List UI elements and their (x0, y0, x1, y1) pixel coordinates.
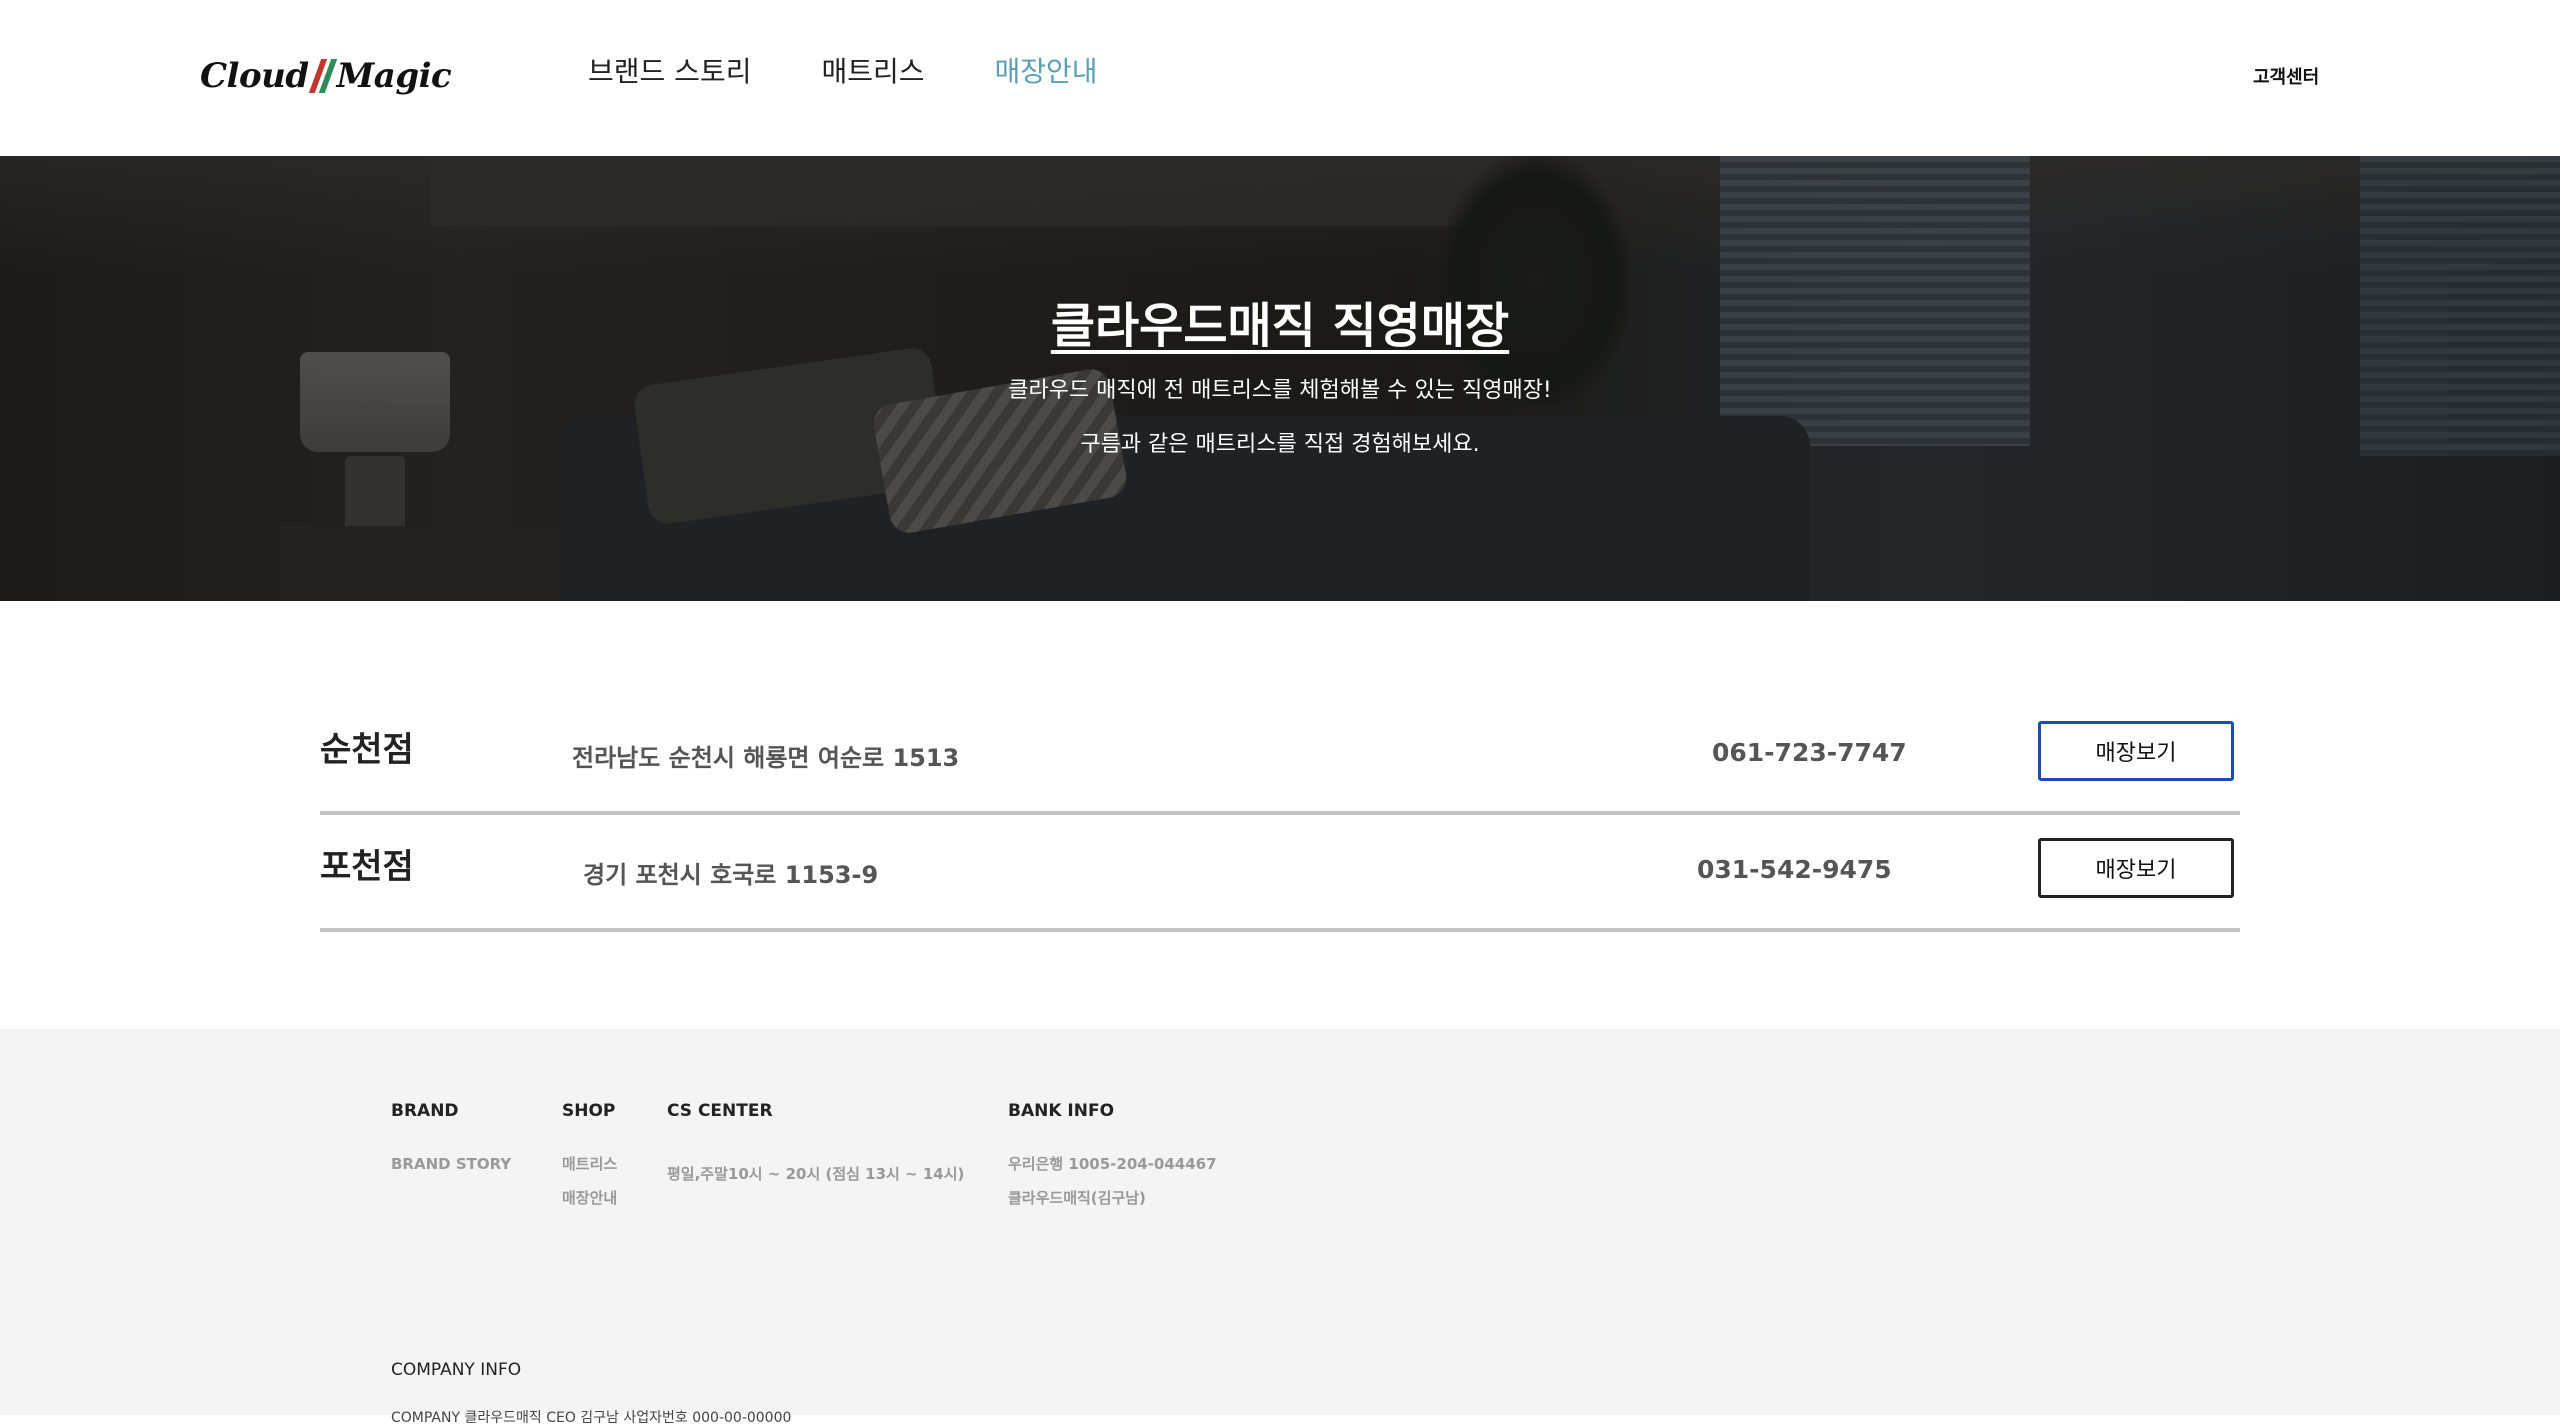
footer-heading-bank: BANK INFO (1008, 1101, 1115, 1121)
store-name: 순천점 (320, 730, 414, 770)
hero-subtitle-1: 클라우드 매직에 전 매트리스를 체험해볼 수 있는 직영매장! (1008, 378, 1552, 403)
logo-word-cloud: Cloud (200, 56, 309, 96)
store-name: 포천점 (320, 847, 414, 887)
footer-link-store-info[interactable]: 매장안내 (562, 1181, 617, 1215)
hero-title: 클라우드매직 직영매장 (1050, 298, 1510, 354)
footer-heading-cs: CS CENTER (667, 1101, 773, 1121)
footer-heading-shop: SHOP (562, 1101, 616, 1121)
footer-link-brand-story[interactable]: BRAND STORY (391, 1147, 511, 1181)
nav-store-info[interactable]: 매장안내 (995, 52, 1098, 92)
logo-word-magic: Magic (336, 56, 452, 96)
footer-col-cs: CS CENTER 평일,주말10시 ~ 20시 (점심 13시 ~ 14시) (667, 1101, 964, 1191)
cloud-magic-logo[interactable]: Cloud Magic (200, 52, 452, 100)
view-store-button[interactable]: 매장보기 (2038, 721, 2234, 781)
logo-slash-icon (308, 59, 337, 93)
site-footer: BRAND BRAND STORY SHOP 매트리스 매장안내 CS CENT… (0, 1029, 2560, 1426)
hero-subtitle-2: 구름과 같은 매트리스를 직접 경험해보세요. (1080, 432, 1480, 457)
site-header: Cloud Magic 브랜드 스토리 매트리스 매장안내 고객센터 (0, 0, 2560, 156)
footer-company-detail: COMPANY 클라우드매직 CEO 김구남 사업자번호 000-00-0000… (391, 1410, 792, 1426)
store-address: 전라남도 순천시 해룡면 여순로 1513 (572, 744, 960, 772)
footer-cs-hours: 평일,주말10시 ~ 20시 (점심 13시 ~ 14시) (667, 1165, 965, 1183)
store-row-pocheon: 포천점 경기 포천시 호국로 1153-9 031-542-9475 매장보기 (320, 813, 2240, 932)
footer-col-shop: SHOP 매트리스 매장안내 (562, 1101, 617, 1215)
footer-company-info: COMPANY INFO (391, 1360, 522, 1380)
nav-mattress[interactable]: 매트리스 (821, 52, 924, 92)
view-store-button[interactable]: 매장보기 (2038, 838, 2234, 898)
customer-center-link[interactable]: 고객센터 (2253, 63, 2319, 89)
hero-banner: 클라우드매직 직영매장 클라우드 매직에 전 매트리스를 체험해볼 수 있는 직… (0, 156, 2560, 601)
footer-col-bank: BANK INFO 우리은행 1005-204-044467 클라우드매직(김구… (1008, 1101, 1217, 1215)
store-address: 경기 포천시 호국로 1153-9 (583, 861, 879, 889)
footer-bank-holder: 클라우드매직(김구남) (1008, 1189, 1146, 1207)
store-phone: 061-723-7747 (1712, 738, 1907, 767)
footer-col-brand: BRAND BRAND STORY (391, 1101, 511, 1181)
footer-bank-account: 우리은행 1005-204-044467 (1008, 1155, 1217, 1173)
main-nav: 브랜드 스토리 매트리스 매장안내 (588, 52, 1168, 92)
store-row-suncheon: 순천점 전라남도 순천시 해룡면 여순로 1513 061-723-7747 매… (320, 696, 2240, 815)
nav-brand-story[interactable]: 브랜드 스토리 (588, 52, 751, 92)
footer-heading-brand: BRAND (391, 1101, 459, 1121)
footer-link-mattress[interactable]: 매트리스 (562, 1147, 617, 1181)
store-phone: 031-542-9475 (1697, 855, 1892, 884)
